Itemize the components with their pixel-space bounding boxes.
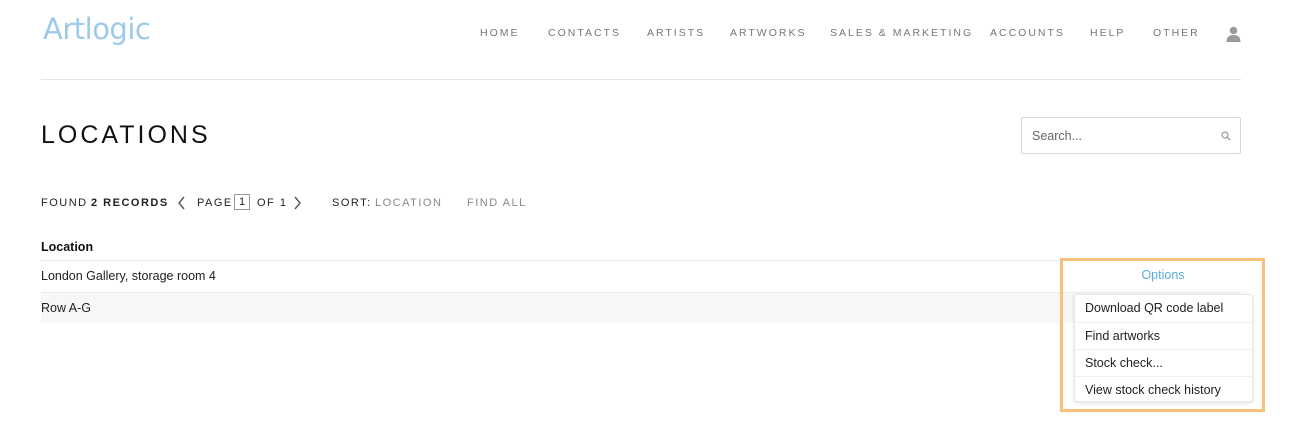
- menu-item-download-qr-label[interactable]: Download QR code label: [1075, 295, 1252, 322]
- column-header-location[interactable]: Location: [41, 240, 93, 254]
- options-link[interactable]: Options: [1065, 268, 1261, 282]
- main-nav: HOME CONTACTS ARTISTS ARTWORKS SALES & M…: [0, 27, 1299, 41]
- find-all-link[interactable]: FIND ALL: [467, 197, 527, 209]
- page-number-input[interactable]: [234, 194, 250, 210]
- previous-page-chevron-icon[interactable]: [177, 196, 186, 210]
- search-input[interactable]: [1032, 127, 1212, 145]
- sort-label: SORT:: [332, 197, 372, 209]
- location-cell: London Gallery, storage room 4: [41, 269, 216, 283]
- page-title: LOCATIONS: [41, 121, 211, 149]
- nav-help[interactable]: HELP: [1090, 27, 1125, 39]
- menu-item-stock-check-history[interactable]: View stock check history: [1075, 376, 1252, 403]
- search-box: [1021, 117, 1241, 154]
- location-cell: Row A-G: [41, 301, 92, 315]
- menu-item-stock-check[interactable]: Stock check...: [1075, 349, 1252, 376]
- options-dropdown-menu: Download QR code label Find artworks Sto…: [1074, 294, 1253, 402]
- record-count: 2 RECORDS: [91, 197, 169, 209]
- page-label: PAGE: [197, 197, 233, 209]
- header-divider: [41, 79, 1241, 80]
- nav-artworks[interactable]: ARTWORKS: [730, 27, 806, 39]
- results-toolbar: FOUND 2 RECORDS PAGE OF 1 SORT: LOCATION…: [41, 194, 641, 212]
- nav-sales-marketing[interactable]: SALES & MARKETING: [830, 27, 973, 39]
- nav-contacts[interactable]: CONTACTS: [548, 27, 621, 39]
- nav-artists[interactable]: ARTISTS: [647, 27, 705, 39]
- sort-value-link[interactable]: LOCATION: [375, 197, 442, 209]
- nav-other[interactable]: OTHER: [1153, 27, 1200, 39]
- nav-accounts[interactable]: ACCOUNTS: [990, 27, 1065, 39]
- found-label: FOUND: [41, 197, 88, 209]
- search-icon[interactable]: [1221, 131, 1231, 141]
- next-page-chevron-icon[interactable]: [293, 196, 302, 210]
- page-total-label: OF 1: [257, 197, 288, 209]
- menu-item-find-artworks[interactable]: Find artworks: [1075, 322, 1252, 349]
- nav-home[interactable]: HOME: [480, 27, 520, 39]
- user-icon[interactable]: [1226, 26, 1241, 42]
